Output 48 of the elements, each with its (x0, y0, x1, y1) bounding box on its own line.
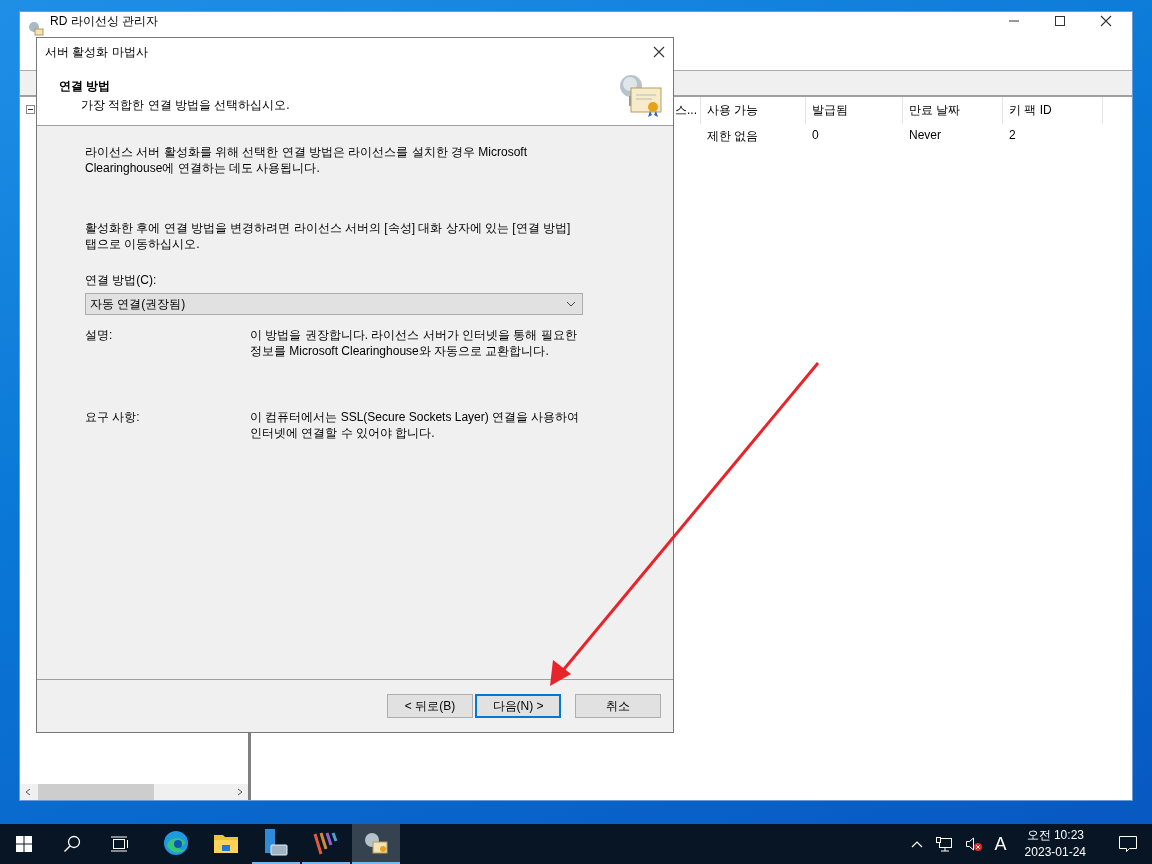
stripes-icon (312, 830, 340, 856)
collapse-icon[interactable] (26, 105, 35, 114)
detail-text: 이 방법을 권장합니다. 라이선스 서버가 인터넷을 통해 필요한 정보를 Microsoft Clearinghouse와 자동으로 교환합니다. (250, 327, 578, 359)
start-icon[interactable] (16, 836, 32, 852)
browser-icon (163, 830, 189, 856)
speaker-muted-icon[interactable] (964, 836, 983, 852)
clock[interactable]: 오전 10:23 2023-01-24 (1018, 827, 1092, 861)
column-header[interactable]: 키 팩 ID (1003, 97, 1103, 124)
page-heading: 연결 방법 (59, 78, 112, 95)
field-label: 연결 방법(C): (85, 272, 158, 289)
server-icon (263, 828, 289, 858)
chevron-down-icon (566, 301, 576, 307)
search-icon[interactable] (63, 835, 81, 853)
connection-method-dropdown[interactable]: 자동 연결(권장됨) (85, 293, 583, 315)
table-cell-text: Never (908, 127, 942, 144)
detail-label: 요구 사항: (85, 409, 141, 426)
license-manager-icon (28, 20, 44, 37)
taskbar-app-button[interactable] (352, 824, 400, 864)
network-icon[interactable] (934, 836, 953, 852)
column-header[interactable]: 사용 가능 (701, 97, 806, 124)
detail-label: 설명: (85, 327, 114, 344)
page-subheading: 가장 적합한 연결 방법을 선택하십시오. (80, 97, 290, 114)
certificate-icon (617, 72, 665, 120)
horizontal-scrollbar[interactable] (20, 784, 248, 800)
paragraph: 활성화한 후에 연결 방법을 변경하려면 라이선스 서버의 [속성] 대화 상자에 있는 [연결 방법] 탭으로 이동하십시오. (85, 220, 572, 252)
notification-icon[interactable] (1118, 835, 1138, 853)
task-view-icon[interactable] (111, 836, 129, 852)
wizard-button[interactable]: 취소 (575, 694, 661, 718)
window-title: RD 라이선싱 관리자 (50, 12, 158, 30)
column-header[interactable]: 발급됨 (806, 97, 903, 124)
license-manager-icon (363, 831, 389, 855)
folder-icon (213, 832, 239, 854)
detail-text: 이 컴퓨터에서는 SSL(Secure Sockets Layer) 연결을 사용하여 인터넷에 연결할 수 있어야 합니다. (250, 409, 581, 441)
wizard-button[interactable]: 다음(N) > (475, 694, 561, 718)
column-header[interactable]: 만료 날짜 (903, 97, 1003, 124)
table-cell-text: 2 (1008, 127, 1017, 144)
close-icon[interactable] (653, 46, 665, 58)
maximize-icon[interactable] (1054, 15, 1066, 27)
wizard-button[interactable]: < 뒤로(B) (387, 694, 473, 718)
scroll-left-icon[interactable] (24, 788, 32, 796)
table-cell-text: 0 (811, 127, 820, 144)
table-cell-text: 제한 없음 (706, 128, 760, 145)
chevron-up-icon[interactable] (910, 840, 923, 848)
paragraph: 라이선스 서버 활성화를 위해 선택한 연결 방법은 라이선스를 설치한 경우 Microsoft Clearinghouse에 연결하는 데도 사용됩니다. (85, 144, 528, 176)
dialog-title: 서버 활성화 마법사 (45, 43, 148, 61)
scroll-right-icon[interactable] (236, 788, 244, 796)
input-method-indicator[interactable]: A (994, 833, 1007, 855)
close-icon[interactable] (1100, 15, 1112, 27)
